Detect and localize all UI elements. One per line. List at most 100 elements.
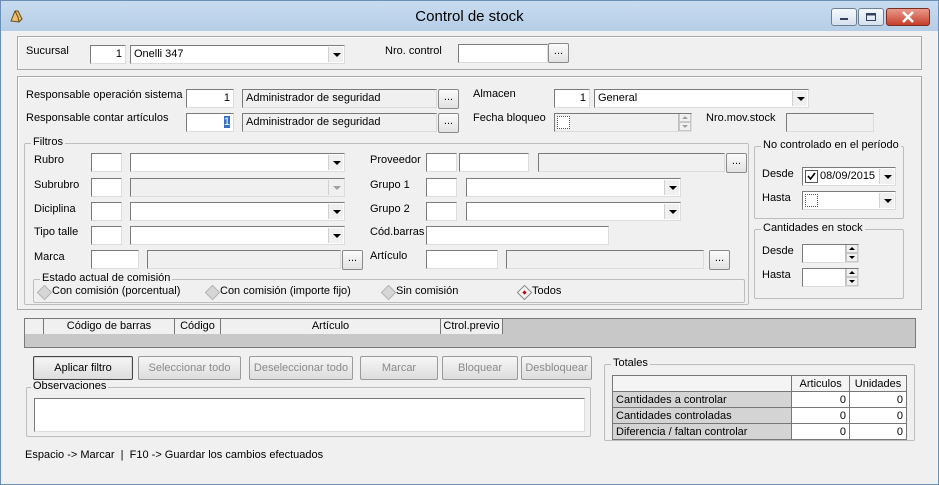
fecha-bloqueo-checkbox[interactable]: [557, 116, 570, 129]
responsable-contar-lookup-button[interactable]: ...: [438, 113, 459, 133]
chevron-down-icon[interactable]: [664, 180, 679, 195]
nro-control-input[interactable]: [458, 44, 548, 63]
proveedor-lookup-button[interactable]: ...: [726, 153, 747, 173]
chevron-down-icon[interactable]: [879, 169, 894, 184]
articulo-label: Artículo: [370, 250, 408, 262]
proveedor-code-input[interactable]: [426, 153, 457, 172]
cantidades-hasta-spinner[interactable]: [845, 269, 858, 286]
diciplina-code-input[interactable]: [91, 202, 122, 221]
cantidades-hasta-label: Hasta: [762, 269, 791, 281]
grupo1-code-input[interactable]: [426, 178, 457, 197]
grid-header-codigo[interactable]: Código: [175, 319, 221, 334]
rubro-select[interactable]: [130, 153, 345, 172]
grupo1-label: Grupo 1: [370, 179, 410, 191]
grupo1-select[interactable]: [466, 178, 681, 197]
nro-mov-stock-label: Nro.mov.stock: [706, 112, 776, 124]
responsable-operacion-code[interactable]: 1: [186, 89, 234, 108]
articulos-grid[interactable]: Código de barras Código Artículo Ctrol.p…: [24, 318, 916, 348]
cantidades-stock-group: Cantidades en stock Desde Hasta: [754, 222, 904, 299]
cantidades-hasta-input[interactable]: [802, 268, 859, 287]
articulo-code-input[interactable]: [426, 250, 498, 269]
seleccionar-todo-button[interactable]: Seleccionar todo: [138, 356, 241, 380]
grid-header-selector[interactable]: [25, 319, 44, 334]
minimize-button[interactable]: [831, 8, 857, 26]
sucursal-panel: Sucursal 1 Onelli 347 Nro. control ...: [17, 36, 922, 70]
tipo-talle-label: Tipo talle: [34, 226, 79, 238]
cantidades-desde-label: Desde: [762, 245, 794, 257]
chevron-down-icon[interactable]: [328, 204, 343, 219]
responsable-contar-code[interactable]: 1: [186, 113, 234, 132]
sucursal-label: Sucursal: [26, 45, 69, 57]
radio-label: Sin comisión: [396, 285, 459, 297]
grupo2-code-input[interactable]: [426, 202, 457, 221]
cod-barras-label: Cód.barras: [370, 226, 425, 238]
tipo-talle-code-input[interactable]: [91, 226, 122, 245]
minimize-icon: [840, 18, 848, 20]
responsable-contar-code-value: 1: [223, 116, 230, 128]
responsable-operacion-lookup-button[interactable]: ...: [438, 89, 459, 109]
cod-barras-input[interactable]: [426, 226, 609, 245]
desbloquear-button[interactable]: Desbloquear: [521, 356, 592, 380]
chevron-down-icon[interactable]: [879, 193, 894, 208]
close-button[interactable]: [886, 8, 930, 26]
rubro-label: Rubro: [34, 154, 64, 166]
diciplina-select[interactable]: [130, 202, 345, 221]
grupo2-select[interactable]: [466, 202, 681, 221]
subrubro-code-input[interactable]: [91, 178, 122, 197]
bloquear-button[interactable]: Bloquear: [442, 356, 518, 380]
close-icon: [902, 11, 914, 23]
chevron-down-icon[interactable]: [664, 204, 679, 219]
totales-row-label: Diferencia / faltan controlar: [611, 423, 793, 440]
chevron-down-icon: [328, 180, 343, 195]
marca-code-input[interactable]: [91, 250, 139, 269]
fecha-bloqueo-spinner: [678, 114, 691, 131]
radio-con-comision-importe-fijo[interactable]: [204, 284, 221, 301]
responsable-contar-label: Responsable contar artículos: [26, 112, 169, 124]
cantidades-desde-input[interactable]: [802, 244, 859, 263]
no-controlado-hasta-checkbox[interactable]: [805, 194, 818, 207]
no-controlado-desde-checkbox[interactable]: [805, 170, 818, 183]
no-controlado-hasta-picker[interactable]: [802, 191, 896, 210]
estado-comision-title: Estado actual de comisión: [40, 272, 173, 284]
totales-cell: 0: [849, 391, 907, 408]
radio-todos[interactable]: [516, 284, 533, 301]
no-controlado-desde-picker[interactable]: 08/09/2015: [802, 167, 896, 186]
chevron-down-icon[interactable]: [792, 91, 807, 106]
maximize-button[interactable]: [858, 8, 884, 26]
deseleccionar-todo-button[interactable]: Deseleccionar todo: [249, 356, 353, 380]
cantidades-desde-spinner[interactable]: [845, 245, 858, 262]
sucursal-select-value: Onelli 347: [134, 48, 184, 60]
chevron-down-icon[interactable]: [328, 47, 343, 62]
articulo-lookup-button[interactable]: ...: [709, 250, 730, 270]
marca-lookup-button[interactable]: ...: [342, 250, 363, 270]
tipo-talle-select[interactable]: [130, 226, 345, 245]
fecha-bloqueo-picker: [554, 113, 692, 132]
totales-cell: 0: [791, 391, 851, 408]
aplicar-filtro-button[interactable]: Aplicar filtro: [33, 356, 133, 380]
nro-control-lookup-button[interactable]: ...: [548, 43, 569, 63]
almacen-select[interactable]: General: [594, 89, 809, 108]
grid-header-articulo[interactable]: Artículo: [221, 319, 441, 334]
proveedor-extra-input[interactable]: [459, 153, 529, 172]
radio-con-comision-porcentual[interactable]: [36, 284, 53, 301]
totales-row-label: Cantidades a controlar: [611, 391, 793, 408]
grid-header-ctrol-previo[interactable]: Ctrol.previo: [441, 319, 503, 334]
title-bar[interactable]: Control de stock: [1, 1, 938, 31]
no-controlado-desde-label: Desde: [762, 168, 794, 180]
radio-sin-comision[interactable]: [380, 284, 397, 301]
sucursal-code-input[interactable]: 1: [90, 45, 126, 64]
chevron-down-icon[interactable]: [328, 155, 343, 170]
no-controlado-hasta-label: Hasta: [762, 192, 791, 204]
responsable-operacion-name: Administrador de seguridad: [242, 89, 437, 108]
estado-comision-group: Estado actual de comisión Con comisión (…: [33, 272, 745, 303]
observaciones-textarea[interactable]: [34, 398, 585, 432]
nro-mov-stock-input: [786, 113, 874, 132]
marca-name: [147, 250, 341, 269]
totales-cell: 0: [791, 423, 851, 440]
rubro-code-input[interactable]: [91, 153, 122, 172]
grid-header-codigo-barras[interactable]: Código de barras: [44, 319, 175, 334]
chevron-down-icon[interactable]: [328, 228, 343, 243]
marcar-button[interactable]: Marcar: [360, 356, 438, 380]
sucursal-select[interactable]: Onelli 347: [130, 45, 345, 64]
almacen-code-input[interactable]: 1: [554, 89, 590, 108]
